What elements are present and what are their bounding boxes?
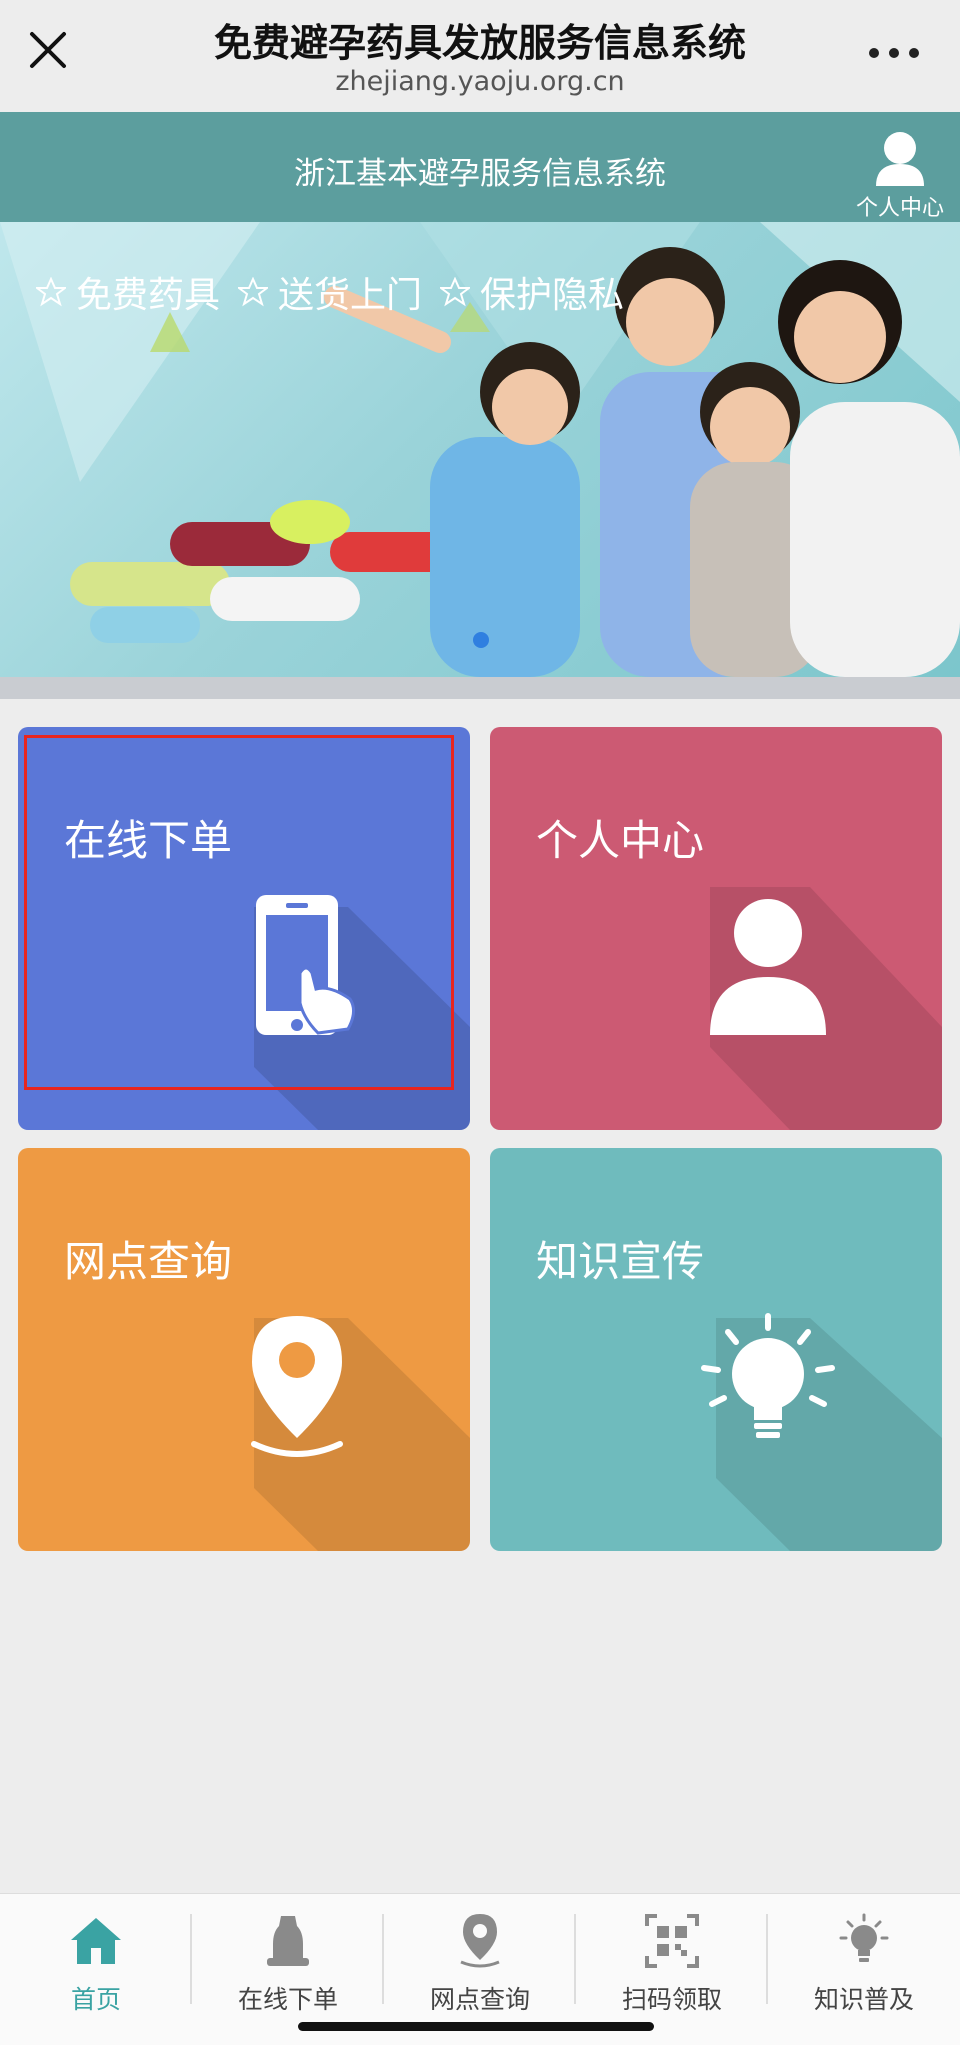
banner-tag: 保护隐私 — [440, 266, 624, 318]
star-outline-icon — [440, 277, 471, 307]
banner-tag: 免费药具 — [36, 266, 220, 318]
banner-tags: 免费药具 送货上门 保护隐私 — [36, 266, 624, 318]
tile-knowledge[interactable]: 知识宣传 — [490, 1148, 942, 1551]
carousel-indicator[interactable] — [473, 632, 489, 648]
tile-online-order[interactable]: 在线下单 — [18, 727, 470, 1130]
tile-personal-center[interactable]: 个人中心 — [490, 727, 942, 1130]
more-options-icon[interactable] — [864, 38, 924, 68]
tile-label: 网点查询 — [64, 1237, 233, 1286]
nav-item-knowledge[interactable]: 知识普及 — [768, 1912, 960, 2022]
location-pin-icon — [251, 1316, 343, 1457]
user-center-button[interactable]: 个人中心 — [852, 128, 948, 221]
nav-label: 扫码领取 — [621, 1985, 722, 2014]
banner-tag-label: 免费药具 — [76, 275, 221, 316]
tile-outlet-search[interactable]: 网点查询 — [18, 1148, 470, 1551]
tile-label: 知识宣传 — [536, 1237, 705, 1286]
browser-bar: 免费避孕药具发放服务信息系统 zhejiang.yaoju.org.cn — [0, 0, 960, 112]
phone-touch-icon — [256, 895, 355, 1035]
app-header: 浙江基本避孕服务信息系统 个人中心 — [0, 112, 960, 222]
banner-tag-label: 保护隐私 — [480, 275, 625, 316]
banner-tag: 送货上门 — [238, 266, 422, 318]
tile-shadow — [254, 907, 470, 1130]
user-icon — [710, 899, 826, 1035]
nav-item-online-order[interactable]: 在线下单 — [192, 1912, 384, 2022]
user-icon — [876, 132, 924, 186]
banner-divider — [0, 677, 960, 699]
tile-label: 个人中心 — [536, 816, 705, 865]
nav-label: 网点查询 — [429, 1985, 530, 2014]
nav-label: 在线下单 — [237, 1985, 338, 2014]
lightbulb-icon — [839, 1913, 889, 1962]
nav-label: 首页 — [70, 1985, 121, 2014]
banner-tag-label: 送货上门 — [278, 275, 423, 316]
home-icon — [71, 1918, 121, 1964]
star-outline-icon — [238, 277, 269, 307]
pills-illustration — [70, 500, 450, 643]
nav-item-outlet-search[interactable]: 网点查询 — [384, 1912, 576, 2022]
user-center-label: 个人中心 — [855, 196, 944, 221]
page-title: 免费避孕药具发放服务信息系统 — [213, 21, 746, 65]
qr-scan-icon — [645, 1914, 699, 1968]
star-outline-icon — [36, 277, 66, 307]
tile-label: 在线下单 — [64, 816, 233, 865]
nav-label: 知识普及 — [813, 1985, 914, 2014]
page-url: zhejiang.yaoju.org.cn — [335, 66, 625, 97]
bottle-icon — [267, 1916, 309, 1966]
home-indicator — [298, 2022, 654, 2031]
nav-item-home[interactable]: 首页 — [0, 1912, 192, 2022]
app-title: 浙江基本避孕服务信息系统 — [294, 156, 666, 192]
lightbulb-icon — [701, 1313, 835, 1438]
nav-item-scan-collect[interactable]: 扫码领取 — [576, 1912, 768, 2022]
promo-banner[interactable]: 免费药具 送货上门 保护隐私 — [0, 222, 960, 677]
location-pin-icon — [460, 1914, 500, 1968]
